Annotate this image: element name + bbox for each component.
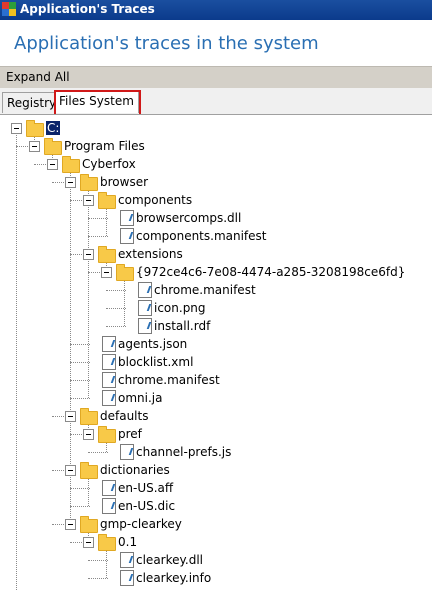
tree-node-label[interactable]: clearkey.dll <box>136 553 203 567</box>
tree-node-label[interactable]: C: <box>46 121 61 135</box>
tree-node-label[interactable]: install.rdf <box>154 319 210 333</box>
tree-node-label[interactable]: chrome.manifest <box>118 373 220 387</box>
tree-node[interactable] <box>0 389 432 407</box>
folder-icon <box>98 246 116 263</box>
folder-icon <box>44 138 62 155</box>
tree-node-label[interactable]: en-US.aff <box>118 481 173 495</box>
file-icon <box>102 498 116 514</box>
tree-node-label[interactable]: pref <box>118 427 142 441</box>
title-bar: Application's Traces <box>0 0 432 20</box>
tree-node[interactable] <box>0 191 432 209</box>
file-icon <box>102 480 116 496</box>
file-icon <box>120 228 134 244</box>
folder-icon <box>80 408 98 425</box>
collapse-toggle-icon[interactable] <box>65 411 76 422</box>
tree-panel: C: Program Files Cyberfox browser components… <box>0 114 432 591</box>
file-icon <box>102 372 116 388</box>
folder-icon <box>80 516 98 533</box>
tree-node[interactable] <box>0 335 432 353</box>
collapse-toggle-icon[interactable] <box>83 429 94 440</box>
tree-node-label[interactable]: blocklist.xml <box>118 355 193 369</box>
file-icon <box>102 390 116 406</box>
tree-node-label[interactable]: 0.1 <box>118 535 137 549</box>
folder-icon <box>80 174 98 191</box>
tree-node-label[interactable]: Cyberfox <box>82 157 136 171</box>
collapse-toggle-icon[interactable] <box>29 141 40 152</box>
file-icon <box>120 570 134 586</box>
folder-icon <box>98 192 116 209</box>
file-tree[interactable]: C: Program Files Cyberfox browser components… <box>0 115 432 591</box>
tree-node-label[interactable]: Program Files <box>64 139 145 153</box>
collapse-toggle-icon[interactable] <box>83 249 94 260</box>
tree-node[interactable] <box>0 569 432 587</box>
collapse-toggle-icon[interactable] <box>101 267 112 278</box>
file-icon <box>102 336 116 352</box>
tree-node-label[interactable]: en-US.dic <box>118 499 175 513</box>
tree-node-label[interactable]: chrome.manifest <box>154 283 256 297</box>
tree-node[interactable] <box>0 425 432 443</box>
tab-files-system[interactable]: Files System <box>54 90 141 116</box>
collapse-toggle-icon[interactable] <box>11 123 22 134</box>
tree-node[interactable] <box>0 317 432 335</box>
tree-node[interactable] <box>0 245 432 263</box>
file-icon <box>138 300 152 316</box>
file-icon <box>138 282 152 298</box>
tree-node[interactable] <box>0 551 432 569</box>
tree-node-label[interactable]: channel-prefs.js <box>136 445 231 459</box>
folder-icon <box>62 156 80 173</box>
tree-node-label[interactable]: extensions <box>118 247 183 261</box>
file-icon <box>102 354 116 370</box>
tree-node-label[interactable]: components <box>118 193 192 207</box>
collapse-toggle-icon[interactable] <box>65 519 76 530</box>
file-icon <box>138 318 152 334</box>
tree-node-label[interactable]: icon.png <box>154 301 206 315</box>
file-icon <box>120 210 134 226</box>
app-icon <box>2 2 16 16</box>
folder-icon <box>98 426 116 443</box>
tab-strip: Registry Files System <box>0 88 432 116</box>
tree-node[interactable] <box>0 479 432 497</box>
tree-node-label[interactable]: gmp-clearkey <box>100 517 182 531</box>
collapse-toggle-icon[interactable] <box>65 177 76 188</box>
collapse-toggle-icon[interactable] <box>83 537 94 548</box>
collapse-toggle-icon[interactable] <box>65 465 76 476</box>
tree-node-label[interactable]: browsercomps.dll <box>136 211 241 225</box>
toolbar: Expand All <box>0 66 432 90</box>
tree-node-label[interactable]: defaults <box>100 409 148 423</box>
folder-icon <box>116 264 134 281</box>
tree-node-label[interactable]: clearkey.info <box>136 571 211 585</box>
tree-node[interactable] <box>0 299 432 317</box>
collapse-toggle-icon[interactable] <box>47 159 58 170</box>
tab-files-system-label: Files System <box>59 94 134 108</box>
tree-node[interactable] <box>0 119 432 137</box>
tree-node[interactable] <box>0 497 432 515</box>
folder-icon <box>80 462 98 479</box>
tree-node-label[interactable]: {972ce4c6-7e08-4474-a285-3208198ce6fd} <box>136 265 405 279</box>
window-title: Application's Traces <box>20 2 155 16</box>
folder-icon <box>26 120 44 137</box>
tree-node-label[interactable]: components.manifest <box>136 229 267 243</box>
expand-all-button[interactable]: Expand All <box>6 70 70 84</box>
tree-node-label[interactable]: omni.ja <box>118 391 162 405</box>
collapse-toggle-icon[interactable] <box>83 195 94 206</box>
file-icon <box>120 444 134 460</box>
folder-icon <box>98 534 116 551</box>
tree-node-label[interactable]: agents.json <box>118 337 187 351</box>
tree-node[interactable] <box>0 353 432 371</box>
file-icon <box>120 552 134 568</box>
tree-node-label[interactable]: dictionaries <box>100 463 170 477</box>
tab-registry[interactable]: Registry <box>2 92 62 113</box>
tree-node[interactable] <box>0 533 432 551</box>
tree-node-label[interactable]: browser <box>100 175 148 189</box>
page-heading: Application's traces in the system <box>14 33 319 54</box>
